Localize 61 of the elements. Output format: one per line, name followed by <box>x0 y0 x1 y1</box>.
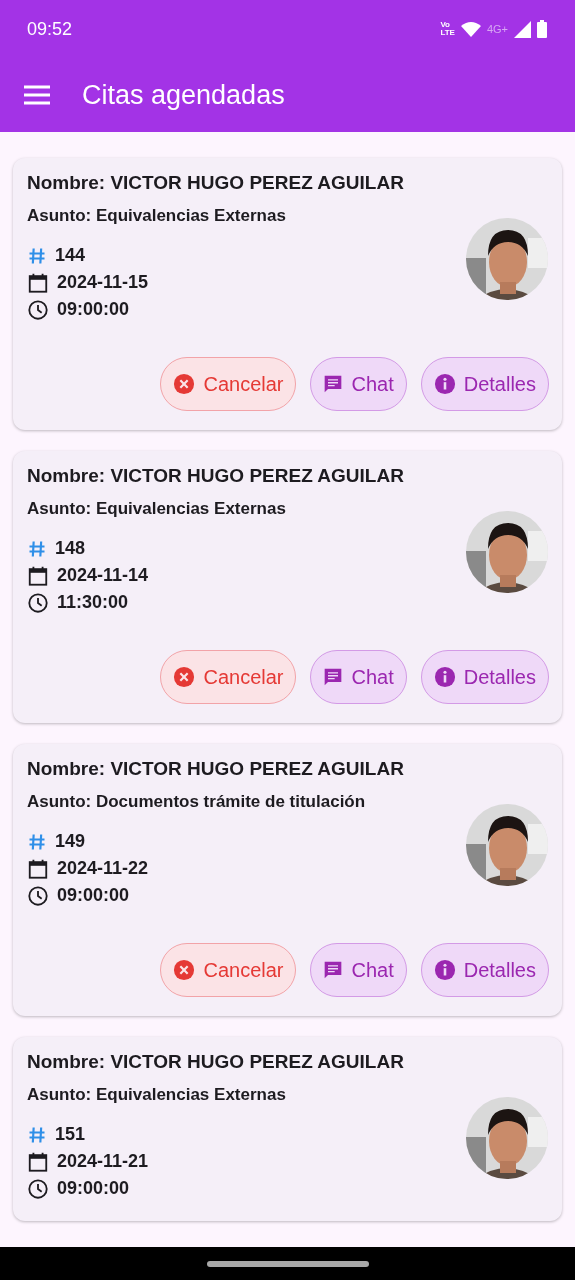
person-name: Nombre: VICTOR HUGO PEREZ AGUILAR <box>27 758 405 780</box>
clock-icon <box>27 1177 49 1200</box>
calendar-icon <box>27 564 49 587</box>
menu-icon <box>24 85 50 105</box>
chat-icon <box>323 960 344 980</box>
details-button[interactable]: Detalles <box>420 357 549 411</box>
signal-icon <box>514 20 531 38</box>
hash-icon <box>27 538 47 559</box>
chat-button[interactable]: Chat <box>310 650 407 704</box>
volte-label: Vo <box>440 21 450 29</box>
info-icon <box>433 666 456 688</box>
appointment-subject: Asunto: Equivalencias Externas <box>27 206 286 226</box>
clock-icon <box>27 298 49 321</box>
menu-button[interactable] <box>24 85 50 105</box>
cancel-icon <box>173 959 196 981</box>
details-button[interactable]: Detalles <box>420 943 549 997</box>
person-name: Nombre: VICTOR HUGO PEREZ AGUILAR <box>27 1051 405 1073</box>
cancel-button[interactable]: Cancelar <box>160 650 297 704</box>
clock-icon <box>27 884 49 907</box>
appointment-time: 09:00:00 <box>57 885 130 906</box>
clock-icon <box>27 591 49 614</box>
cancel-button[interactable]: Cancelar <box>160 357 297 411</box>
info-icon <box>433 373 456 395</box>
calendar-icon <box>27 1150 49 1173</box>
person-name: Nombre: VICTOR HUGO PEREZ AGUILAR <box>27 172 405 194</box>
network-label: 4G+ <box>486 23 508 35</box>
volte-label: LTE <box>440 29 455 37</box>
wifi-icon <box>460 21 481 37</box>
details-button[interactable]: Detalles <box>420 650 549 704</box>
hash-icon <box>27 1124 47 1145</box>
appointment-time: 09:00:00 <box>57 1178 130 1199</box>
screen-title: Citas agendadas <box>82 79 285 111</box>
person-name: Nombre: VICTOR HUGO PEREZ AGUILAR <box>27 465 405 487</box>
appointment-date: 2024-11-14 <box>57 565 149 586</box>
cancel-icon <box>173 666 196 688</box>
battery-icon <box>537 20 547 38</box>
calendar-icon <box>27 271 49 294</box>
cancel-icon <box>173 373 196 395</box>
appointment-time: 11:30:00 <box>57 592 129 613</box>
hash-icon <box>27 245 47 266</box>
appointment-date: 2024-11-22 <box>57 858 149 879</box>
info-icon <box>433 959 456 981</box>
appointment-subject: Asunto: Equivalencias Externas <box>27 1085 286 1105</box>
chat-icon <box>323 667 344 687</box>
status-time: 09:52 <box>27 18 73 40</box>
appointment-number: 151 <box>55 1124 86 1145</box>
appointment-date: 2024-11-21 <box>57 1151 149 1172</box>
appointment-subject: Asunto: Documentos trámite de titulación <box>27 792 366 812</box>
chat-icon <box>323 374 344 394</box>
appointment-number: 148 <box>55 538 86 559</box>
appointment-time: 09:00:00 <box>57 299 130 320</box>
appointment-date: 2024-11-15 <box>57 272 149 293</box>
appointment-subject: Asunto: Equivalencias Externas <box>27 499 286 519</box>
chat-button[interactable]: Chat <box>310 357 407 411</box>
chat-button[interactable]: Chat <box>310 943 407 997</box>
appointment-number: 149 <box>55 831 86 852</box>
cancel-button[interactable]: Cancelar <box>160 943 297 997</box>
gesture-handle[interactable] <box>206 1260 369 1267</box>
hash-icon <box>27 831 47 852</box>
appointment-number: 144 <box>55 245 86 266</box>
calendar-icon <box>27 857 49 880</box>
